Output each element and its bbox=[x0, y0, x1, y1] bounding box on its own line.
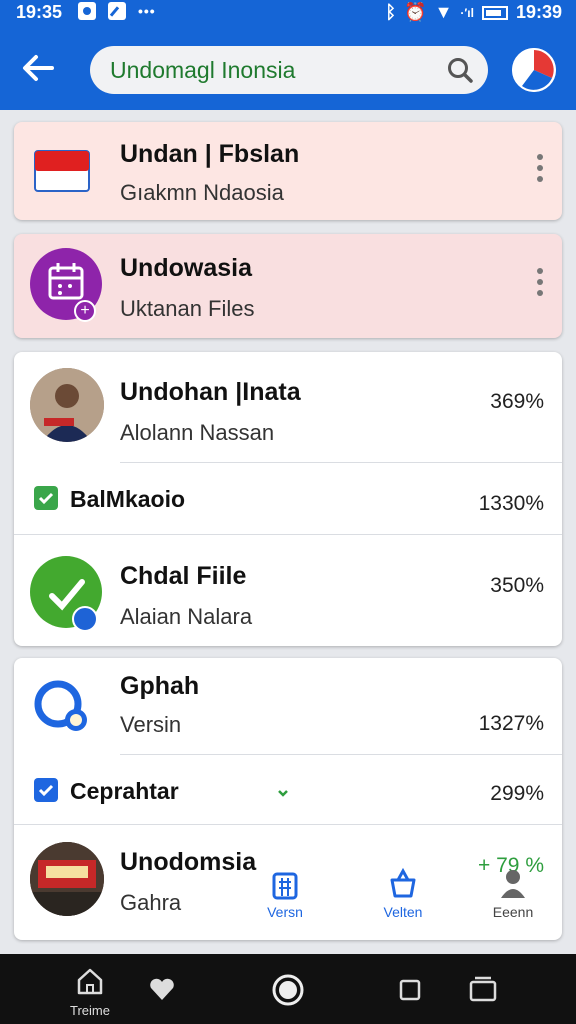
battery-icon bbox=[481, 5, 508, 20]
arrow-left-icon bbox=[23, 55, 54, 81]
system-navigation-bar: Treime bbox=[0, 954, 576, 1024]
basket-icon bbox=[390, 867, 416, 898]
store-photo-avatar[interactable] bbox=[30, 842, 104, 916]
checkbox-checked[interactable] bbox=[34, 778, 58, 802]
status-bar: 19:35 ••• ᛒ ⏰ ▼ ·′ıl 19:39 bbox=[0, 0, 576, 26]
list-card[interactable]: Undan | Fbslan Gıakmn Ndaosia bbox=[14, 122, 562, 220]
list-card[interactable]: + Undowasia Uktanan Files bbox=[14, 234, 562, 338]
check-icon bbox=[38, 784, 54, 797]
more-options-icon[interactable] bbox=[536, 154, 544, 184]
alarm-icon: ⏰ bbox=[404, 2, 427, 22]
card-subtitle: Gıakmn Ndaosia bbox=[120, 180, 284, 205]
more-options-icon[interactable] bbox=[536, 268, 544, 298]
user-photo-avatar[interactable] bbox=[30, 368, 104, 442]
search-icon[interactable] bbox=[446, 56, 474, 84]
status-time-right: 19:39 bbox=[515, 2, 562, 22]
wifi-icon: ▼ bbox=[434, 2, 453, 22]
row-title: Undohan |Inata bbox=[120, 378, 301, 406]
card-title: Undowasia bbox=[120, 254, 252, 282]
notification-icon bbox=[78, 2, 96, 20]
windows-icon[interactable] bbox=[468, 974, 498, 1004]
row-subtitle: Gahra bbox=[120, 890, 182, 915]
home-nav-button[interactable]: Treime bbox=[60, 966, 120, 1018]
home-circle-icon[interactable] bbox=[270, 972, 306, 1008]
card-title: Undan | Fbslan bbox=[120, 140, 300, 168]
recents-square-icon[interactable] bbox=[398, 978, 422, 1002]
nav-item-eeenn[interactable]: Eeenn bbox=[468, 866, 558, 920]
row-subtitle: Alaian Nalara bbox=[120, 604, 253, 629]
nav-item-velten[interactable]: Velten bbox=[358, 866, 448, 920]
flag-icon bbox=[34, 150, 90, 192]
list-group-card: Undohan |Inata Alolann Nassan 369% BalMk… bbox=[14, 352, 562, 646]
more-notifications-icon: ••• bbox=[138, 3, 156, 19]
heart-icon[interactable] bbox=[148, 976, 176, 1002]
check-icon bbox=[38, 492, 54, 505]
row-title: Unodomsia bbox=[120, 848, 257, 876]
nav-label: Velten bbox=[383, 904, 423, 920]
store-photo-icon bbox=[30, 842, 104, 916]
signal-icon: ·′ıl bbox=[460, 5, 474, 20]
back-button[interactable] bbox=[18, 48, 62, 92]
add-badge-icon: + bbox=[74, 300, 96, 322]
app-bar: 19:35 ••• ᛒ ⏰ ▼ ·′ıl 19:39 bbox=[0, 0, 576, 110]
bluetooth-icon: ᛒ bbox=[385, 2, 397, 22]
nav-label: Eeenn bbox=[492, 904, 534, 920]
row-percent: 1327% bbox=[478, 712, 544, 735]
profile-avatar[interactable] bbox=[510, 46, 558, 94]
row-percent: 350% bbox=[490, 574, 544, 597]
row-subtitle: Versin bbox=[120, 712, 182, 737]
row-title: Chdal Fiile bbox=[120, 562, 247, 590]
checkbox-checked[interactable] bbox=[34, 486, 58, 510]
home-icon bbox=[77, 968, 103, 995]
row-percent: 1330% bbox=[478, 492, 544, 515]
nav-label: Versn bbox=[267, 904, 303, 920]
ring-icon bbox=[34, 680, 87, 731]
edit-notification-icon bbox=[108, 2, 126, 20]
search-bar[interactable] bbox=[90, 46, 488, 94]
profile-icon bbox=[512, 48, 556, 92]
building-icon bbox=[272, 872, 298, 900]
row-subtitle: Alolann Nassan bbox=[120, 420, 275, 445]
card-subtitle: Uktanan Files bbox=[120, 296, 255, 321]
search-input[interactable] bbox=[110, 46, 440, 94]
row-percent: 299% bbox=[490, 782, 544, 805]
row-title: BalMkaoio bbox=[70, 486, 186, 512]
list-group-card: Gphah Versin 1327% Ceprahtar 299% Unodom… bbox=[14, 658, 562, 940]
edit-badge-icon bbox=[72, 606, 98, 632]
row-title: Gphah bbox=[120, 672, 200, 700]
chevron-down-icon[interactable] bbox=[276, 788, 290, 798]
person-photo-icon bbox=[30, 368, 104, 442]
home-label: Treime bbox=[70, 1003, 110, 1018]
person-icon bbox=[501, 870, 525, 898]
row-percent: 369% bbox=[490, 390, 544, 413]
row-title: Ceprahtar bbox=[70, 778, 179, 804]
nav-item-versn[interactable]: Versn bbox=[240, 866, 330, 920]
status-time-left: 19:35 bbox=[16, 2, 63, 22]
